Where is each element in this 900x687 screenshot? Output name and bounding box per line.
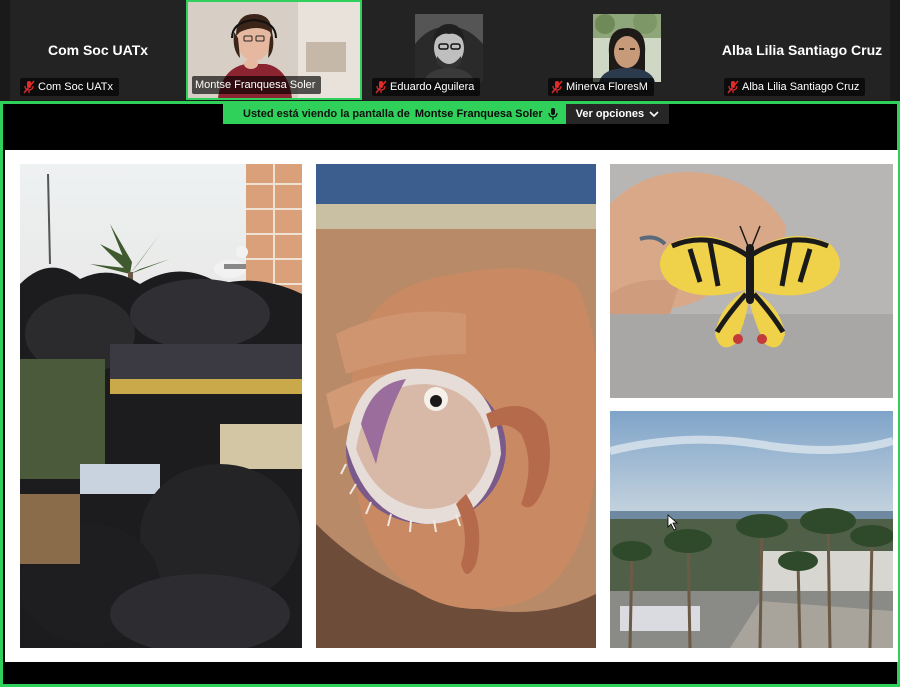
mic-muted-icon xyxy=(551,80,563,94)
garbage-bags-photo xyxy=(20,164,302,648)
participant-tile-alba[interactable]: Alba Lilia Santiago Cruz Alba Lilia Sant… xyxy=(714,0,890,100)
participant-label-text: Eduardo Aguilera xyxy=(390,81,475,93)
participant-label-text: Alba Lilia Santiago Cruz xyxy=(742,81,860,93)
mic-muted-icon xyxy=(375,80,387,94)
shared-screen[interactable]: Usted está viendo la pantalla de Montse … xyxy=(0,101,900,687)
chevron-down-icon xyxy=(649,110,659,117)
argonaut-octopus-photo xyxy=(316,164,596,648)
share-banner-prefix: Usted está viendo la pantalla de xyxy=(243,108,410,120)
coastal-palms-photo xyxy=(610,411,893,648)
participant-label-text: Montse Franquesa Soler xyxy=(195,79,316,91)
view-options-button[interactable]: Ver opciones xyxy=(565,104,670,124)
participant-label: Alba Lilia Santiago Cruz xyxy=(724,78,866,96)
swallowtail-butterfly-photo xyxy=(610,164,893,398)
participant-avatar xyxy=(593,14,661,82)
participant-tile-minerva[interactable]: Minerva FloresM xyxy=(538,0,714,100)
participant-display-name: Com Soc UATx xyxy=(47,42,149,58)
mic-muted-icon xyxy=(727,80,739,94)
participant-strip: Com Soc UATx Com Soc UATx Montse Franque… xyxy=(0,0,900,101)
participant-label: Minerva FloresM xyxy=(548,78,654,96)
participant-label: Com Soc UATx xyxy=(20,78,119,96)
participant-tile-com-soc[interactable]: Com Soc UATx Com Soc UATx xyxy=(10,0,186,100)
participant-label: Eduardo Aguilera xyxy=(372,78,481,96)
participant-tile-eduardo[interactable]: Eduardo Aguilera xyxy=(362,0,538,100)
participant-label: Montse Franquesa Soler xyxy=(192,76,322,94)
share-banner-info: Usted está viendo la pantalla de Montse … xyxy=(223,104,566,124)
participant-display-name: Alba Lilia Santiago Cruz xyxy=(721,42,883,58)
participant-tile-montse[interactable]: Montse Franquesa Soler xyxy=(186,0,362,100)
mic-muted-icon xyxy=(23,80,35,94)
participant-label-text: Minerva FloresM xyxy=(566,81,648,93)
participant-avatar xyxy=(415,14,483,82)
share-banner-presenter: Montse Franquesa Soler xyxy=(414,108,543,120)
share-banner: Usted está viendo la pantalla de Montse … xyxy=(223,104,670,124)
shared-content-canvas xyxy=(5,150,898,662)
mic-active-icon xyxy=(548,108,558,120)
view-options-label: Ver opciones xyxy=(575,108,645,120)
participant-label-text: Com Soc UATx xyxy=(38,81,113,93)
